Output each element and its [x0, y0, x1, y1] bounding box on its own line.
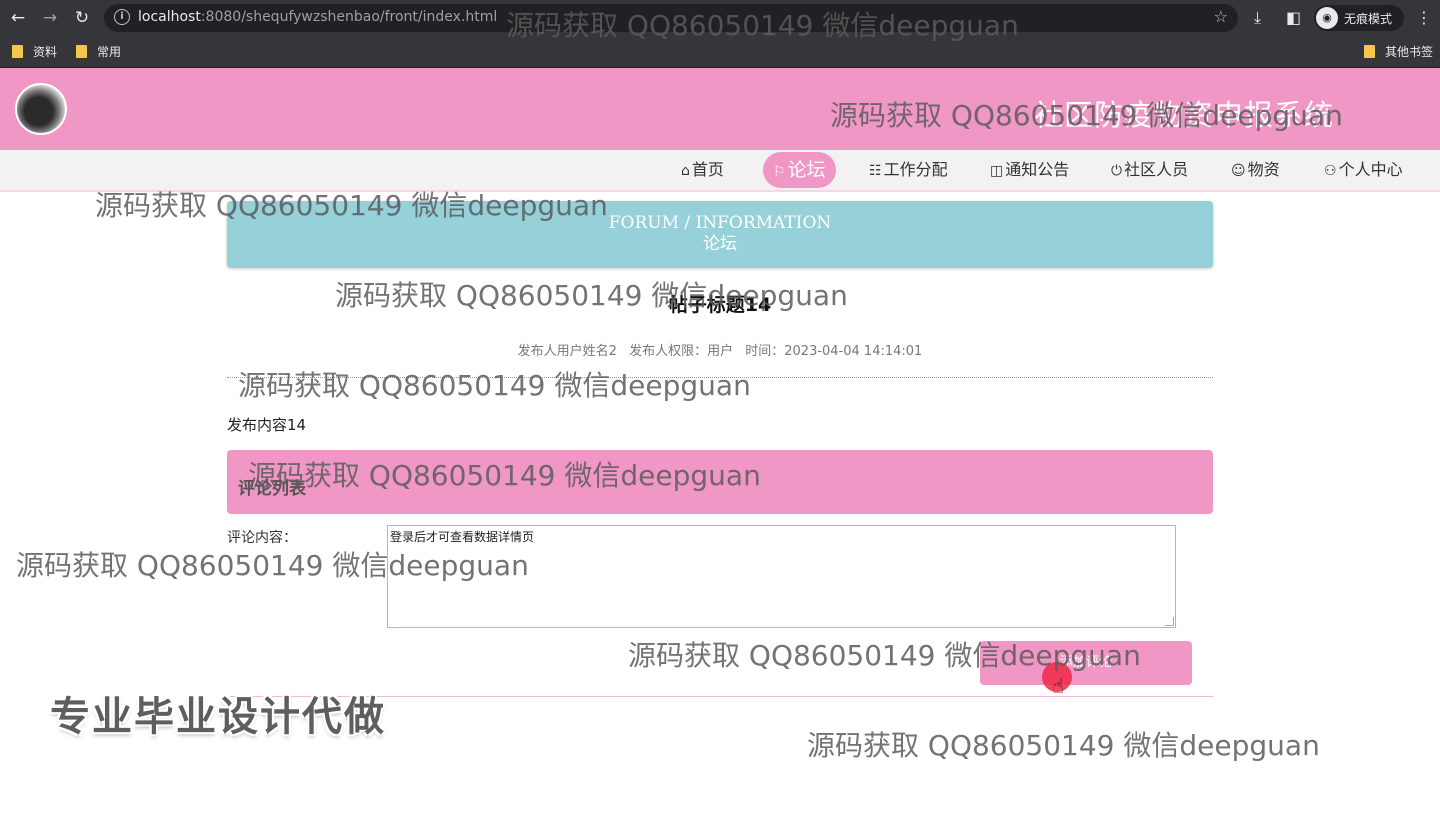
comment-list-header: 评论列表	[227, 450, 1213, 514]
incognito-label: 无痕模式	[1344, 12, 1393, 26]
side-panel-icon[interactable]: ◧	[1286, 6, 1301, 30]
site-info-icon[interactable]: i	[114, 9, 130, 25]
hand-cursor-icon: ☝	[1052, 674, 1065, 698]
folder-icon	[1364, 45, 1375, 58]
nav-label: 通知公告	[1005, 160, 1070, 179]
nav-item-community-staff[interactable]: ⏻ 社区人员	[1111, 158, 1188, 182]
incognito-badge[interactable]: ◉ 无痕模式	[1314, 5, 1404, 31]
nav-label: 工作分配	[883, 160, 948, 179]
back-icon[interactable]: ←	[6, 6, 30, 30]
section-banner: FORUM / INFORMATION 论坛	[227, 201, 1213, 268]
forward-icon[interactable]: →	[38, 6, 62, 30]
nav-item-home[interactable]: ⌂ 首页	[681, 158, 724, 182]
nav-label: 首页	[691, 160, 724, 179]
bookmark-star-icon[interactable]: ☆	[1214, 7, 1228, 26]
flag-icon: ⚐	[773, 164, 786, 180]
comment-list-title: 评论列表	[238, 479, 306, 499]
bookmark-folder-changyong[interactable]: 常用	[76, 43, 121, 60]
bookmark-label: 其他书签	[1385, 45, 1434, 59]
bookmarks-bar: 资料 常用 其他书签	[0, 36, 1440, 68]
main-nav: ⌂ 首页 ⚐ 论坛 ☷ 工作分配 ◫ 通知公告 ⏻ 社区人员 ☺ 物资 ⚇ 个人中心	[0, 150, 1440, 192]
post-content: 发布内容14	[227, 416, 307, 434]
home-icon: ⌂	[681, 163, 690, 179]
promo-overlay: 专业毕业设计代做	[50, 694, 386, 740]
nav-item-notice[interactable]: ◫ 通知公告	[990, 158, 1069, 182]
incognito-icon: ◉	[1316, 7, 1338, 29]
banner-title-en: FORUM / INFORMATION	[608, 213, 832, 233]
comment-textarea[interactable]: 登录后才可查看数据详情页	[387, 525, 1176, 628]
nav-label: 社区人员	[1124, 160, 1189, 179]
nav-item-forum[interactable]: ⚐ 论坛	[763, 152, 836, 188]
site-logo[interactable]	[15, 83, 67, 135]
divider	[227, 377, 1213, 378]
watermark: 源码获取 QQ86050149 微信deepguan	[238, 369, 751, 402]
comment-input-label: 评论内容：	[227, 530, 297, 546]
grid-icon: ☷	[869, 163, 882, 179]
notice-icon: ◫	[990, 163, 1004, 179]
folder-icon	[12, 45, 23, 58]
nav-item-supplies[interactable]: ☺ 物资	[1231, 158, 1280, 182]
bookmark-folder-other[interactable]: 其他书签	[1364, 43, 1433, 60]
nav-label: 论坛	[787, 159, 826, 181]
watermark: 源码获取 QQ86050149 微信deepguan	[807, 729, 1320, 762]
bookmark-label: 资料	[33, 45, 58, 59]
nav-label: 物资	[1247, 160, 1280, 179]
menu-kebab-icon[interactable]: ⋮	[1416, 6, 1432, 30]
post-author: 发布人用户姓名2	[517, 344, 617, 359]
url-path: :8080/shequfywzshenbao/front/index.html	[200, 9, 498, 25]
browser-toolbar: ← → ↻ i localhost:8080/shequfywzshenbao/…	[0, 0, 1440, 36]
site-title: 社区防疫物资申报系统	[1033, 98, 1334, 132]
post-role: 发布人权限：用户	[629, 344, 734, 359]
add-comment-button[interactable]: 添加评论	[980, 641, 1192, 685]
reload-icon[interactable]: ↻	[70, 6, 94, 30]
post-meta: 发布人用户姓名2 发布人权限：用户 时间：2023-04-04 14:14:01	[227, 340, 1213, 359]
nav-item-work-assign[interactable]: ☷ 工作分配	[869, 158, 948, 182]
comment-textarea-value: 登录后才可查看数据详情页	[390, 530, 535, 544]
supplies-icon: ☺	[1231, 163, 1246, 179]
bookmark-folder-ziliao[interactable]: 资料	[12, 43, 57, 60]
download-icon[interactable]: ⤓	[1254, 6, 1261, 30]
power-icon: ⏻	[1111, 163, 1123, 179]
nav-label: 个人中心	[1338, 160, 1403, 179]
folder-icon	[76, 45, 87, 58]
url-host: localhost	[138, 9, 201, 25]
site-header: 社区防疫物资申报系统	[0, 68, 1440, 150]
address-bar[interactable]: i localhost:8080/shequfywzshenbao/front/…	[104, 4, 1238, 32]
banner-title-cn: 论坛	[703, 234, 737, 254]
nav-item-personal-center[interactable]: ⚇ 个人中心	[1324, 158, 1403, 182]
address-url: localhost:8080/shequfywzshenbao/front/in…	[138, 9, 497, 25]
resize-handle[interactable]	[1165, 617, 1174, 626]
post-time: 时间：2023-04-04 14:14:01	[745, 344, 923, 359]
bookmark-label: 常用	[97, 45, 122, 59]
post-title: 帖子标题14	[668, 294, 772, 316]
user-icon: ⚇	[1324, 163, 1337, 179]
